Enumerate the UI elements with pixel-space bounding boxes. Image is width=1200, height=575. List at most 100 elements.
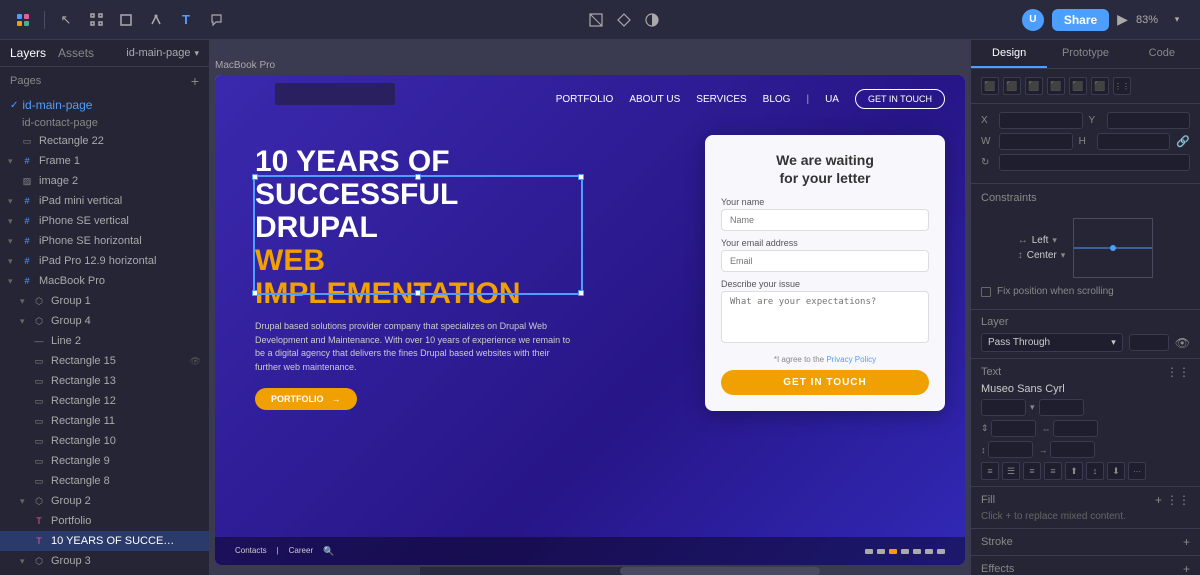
- text-align-justify-icon[interactable]: ≡: [1044, 462, 1062, 480]
- dot-4[interactable]: [901, 549, 909, 554]
- text-align-right-icon[interactable]: ≡: [1023, 462, 1041, 480]
- align-left-icon[interactable]: ⬛: [981, 77, 999, 95]
- h-input[interactable]: 234: [1097, 133, 1171, 150]
- tab-prototype[interactable]: Prototype: [1047, 40, 1123, 68]
- nav-blog[interactable]: BLOG: [763, 94, 791, 105]
- nav-cta-button[interactable]: GET IN TOUCH: [855, 89, 945, 109]
- line-height-input[interactable]: Auto: [991, 420, 1036, 437]
- contact-submit-button[interactable]: GET IN TOUCH: [721, 370, 929, 395]
- layer-rectangle-22[interactable]: ▭ Rectangle 22: [0, 131, 209, 151]
- nav-about[interactable]: ABOUT US: [629, 94, 680, 105]
- name-input[interactable]: [721, 209, 929, 231]
- rect-tool-icon[interactable]: [115, 9, 137, 31]
- nav-portfolio[interactable]: PORTFOLIO: [556, 94, 614, 105]
- portfolio-button[interactable]: PORTFOLIO →: [255, 388, 357, 410]
- add-page-button[interactable]: +: [191, 73, 199, 89]
- align-bottom-icon[interactable]: ⬛: [1091, 77, 1109, 95]
- layer-macbook[interactable]: ▾ # MacBook Pro: [0, 271, 209, 291]
- tab-design[interactable]: Design: [971, 40, 1047, 68]
- align-center-v-icon[interactable]: ⬛: [1069, 77, 1087, 95]
- canvas-area[interactable]: MacBook Pro PORTFOLIO ABOUT US SERVICES …: [210, 40, 970, 575]
- layer-rect15[interactable]: ▭ Rectangle 15 👁: [0, 351, 209, 371]
- tab-assets[interactable]: Assets: [58, 46, 94, 60]
- pen-tool-icon[interactable]: [145, 9, 167, 31]
- frame-tool-icon[interactable]: [85, 9, 107, 31]
- font-weight-input[interactable]: 900: [981, 399, 1026, 416]
- share-button[interactable]: Share: [1052, 9, 1109, 31]
- stroke-add-icon[interactable]: +: [1183, 535, 1190, 549]
- align-right-icon[interactable]: ⬛: [1025, 77, 1043, 95]
- resize-icon[interactable]: [585, 9, 607, 31]
- layer-visibility-icon[interactable]: 👁: [1175, 336, 1190, 350]
- tab-code[interactable]: Code: [1124, 40, 1200, 68]
- blend-mode-dropdown[interactable]: Pass Through ▾: [981, 333, 1123, 352]
- footer-career[interactable]: Career: [289, 546, 313, 557]
- layer-group2[interactable]: ▾ ⬡ Group 2: [0, 491, 209, 511]
- font-size-input[interactable]: 65: [1039, 399, 1084, 416]
- dot-2[interactable]: [877, 549, 885, 554]
- font-weight-chevron[interactable]: ▾: [1030, 402, 1035, 413]
- privacy-link[interactable]: Privacy Policy: [826, 355, 876, 364]
- para-spacing-input[interactable]: 0: [988, 441, 1033, 458]
- fix-position-checkbox[interactable]: [981, 287, 991, 297]
- layer-iphone-se-v[interactable]: ▾ # iPhone SE vertical: [0, 211, 209, 231]
- text-valign-top-icon[interactable]: ⬆: [1065, 462, 1083, 480]
- fill-add-icon[interactable]: +: [1155, 493, 1162, 507]
- menu-icon[interactable]: [12, 9, 34, 31]
- lock-ratio-icon[interactable]: 🔗: [1176, 135, 1190, 148]
- align-center-h-icon[interactable]: ⬛: [1003, 77, 1021, 95]
- layer-iphone-se-h[interactable]: ▾ # iPhone SE horizontal: [0, 231, 209, 251]
- nav-lang[interactable]: UA: [825, 94, 839, 105]
- component-icon[interactable]: [613, 9, 635, 31]
- x-input[interactable]: 93: [999, 112, 1083, 129]
- text-align-left-icon[interactable]: ≡: [981, 462, 999, 480]
- layer-rect6[interactable]: ▭ Rectangle 6: [0, 571, 209, 575]
- layer-rect8[interactable]: ▭ Rectangle 8: [0, 471, 209, 491]
- layer-portfolio-text[interactable]: T Portfolio: [0, 511, 209, 531]
- contrast-icon[interactable]: [641, 9, 663, 31]
- layer-group1[interactable]: ▾ ⬡ Group 1: [0, 291, 209, 311]
- layer-frame-1[interactable]: ▾ # Frame 1: [0, 151, 209, 171]
- text-more-icon[interactable]: ···: [1128, 462, 1146, 480]
- text-valign-bot-icon[interactable]: ⬇: [1107, 462, 1125, 480]
- align-top-icon[interactable]: ⬛: [1047, 77, 1065, 95]
- para-indent-input[interactable]: 0: [1050, 441, 1095, 458]
- dot-5[interactable]: [913, 549, 921, 554]
- visibility-icon-15[interactable]: 👁: [190, 356, 201, 367]
- dot-6[interactable]: [925, 549, 933, 554]
- layer-rect13[interactable]: ▭ Rectangle 13: [0, 371, 209, 391]
- rotation-input[interactable]: 0°: [999, 154, 1190, 171]
- issue-textarea[interactable]: [721, 291, 929, 343]
- fill-options-icon[interactable]: ⋮⋮: [1166, 493, 1190, 507]
- layer-rect12[interactable]: ▭ Rectangle 12: [0, 391, 209, 411]
- footer-contacts[interactable]: Contacts: [235, 546, 267, 557]
- constraint-v-chevron[interactable]: ▾: [1061, 250, 1066, 261]
- layer-image-2[interactable]: ▨ image 2: [0, 171, 209, 191]
- letter-spacing-input[interactable]: 0%: [1053, 420, 1098, 437]
- layer-line2[interactable]: — Line 2: [0, 331, 209, 351]
- email-input[interactable]: [721, 250, 929, 272]
- distribute-icon[interactable]: ⋮⋮: [1113, 77, 1131, 95]
- opacity-input[interactable]: 100%: [1129, 334, 1169, 351]
- layer-rect9[interactable]: ▭ Rectangle 9: [0, 451, 209, 471]
- comment-tool-icon[interactable]: [205, 9, 227, 31]
- layer-ipad-mini[interactable]: ▾ # iPad mini vertical: [0, 191, 209, 211]
- layer-group3[interactable]: ▾ ⬡ Group 3: [0, 551, 209, 571]
- dot-3[interactable]: [889, 549, 897, 554]
- page-item-contact[interactable]: id-contact-page: [0, 115, 209, 131]
- effects-add-icon[interactable]: +: [1183, 562, 1190, 575]
- layer-hero-text[interactable]: T 10 YEARS OF SUCCESSFUL DRUPAL WEB IMPL…: [0, 531, 209, 551]
- move-tool-icon[interactable]: ↖: [55, 9, 77, 31]
- dot-1[interactable]: [865, 549, 873, 554]
- text-valign-mid-icon[interactable]: ↕: [1086, 462, 1104, 480]
- zoom-chevron-icon[interactable]: ▾: [1166, 9, 1188, 31]
- constraint-h-chevron[interactable]: ▾: [1052, 235, 1057, 246]
- text-tool-icon[interactable]: T: [175, 9, 197, 31]
- y-input[interactable]: 201: [1107, 112, 1191, 129]
- nav-services[interactable]: SERVICES: [696, 94, 746, 105]
- play-button[interactable]: ▶: [1117, 11, 1128, 28]
- tab-layers[interactable]: Layers: [10, 46, 46, 60]
- dot-7[interactable]: [937, 549, 945, 554]
- footer-search-icon[interactable]: 🔍: [323, 546, 334, 557]
- layer-rect11[interactable]: ▭ Rectangle 11: [0, 411, 209, 431]
